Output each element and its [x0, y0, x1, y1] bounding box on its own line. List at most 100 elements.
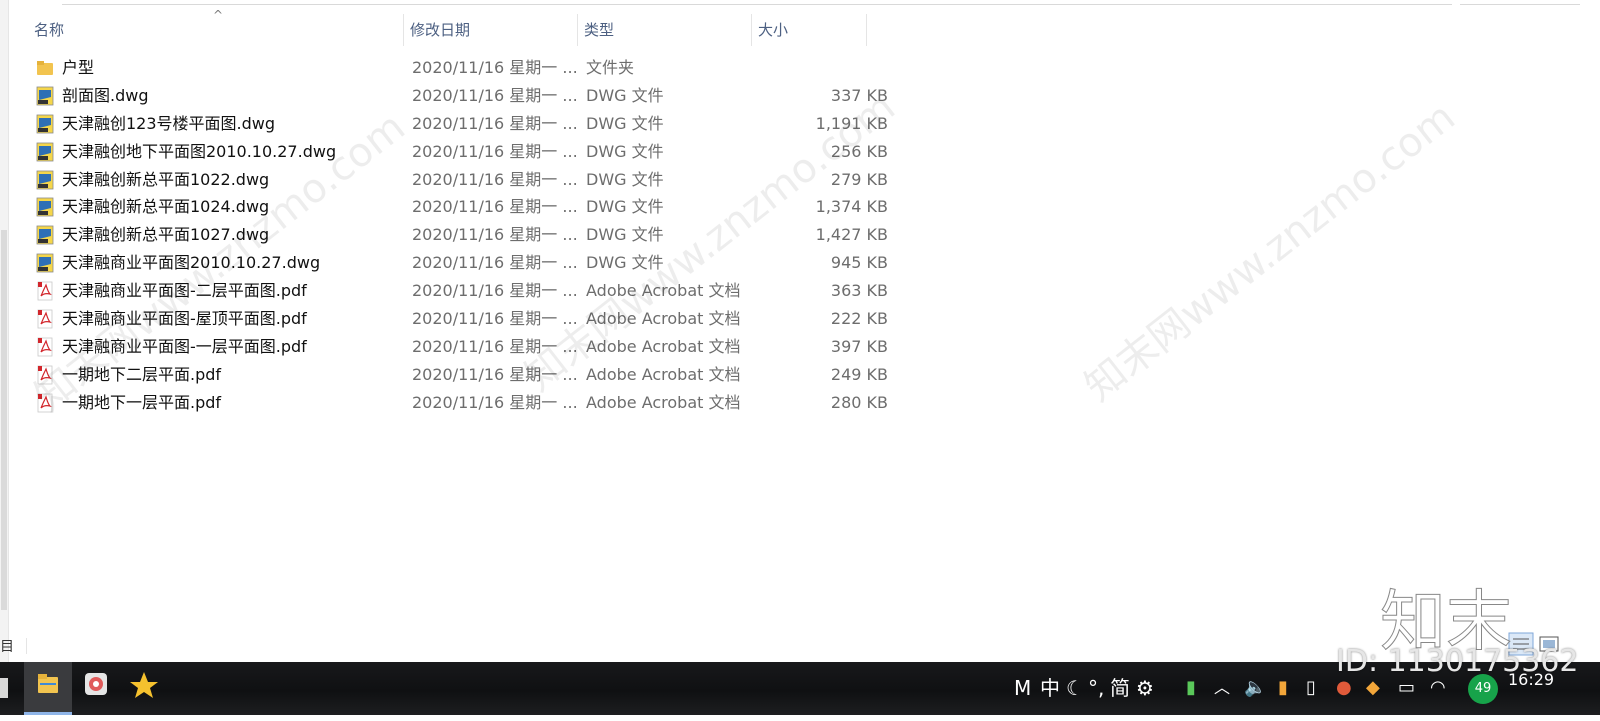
- file-row[interactable]: 天津融商业平面图2010.10.27.dwg 2020/11/16 星期一 ...…: [28, 249, 888, 277]
- file-name[interactable]: 天津融创新总平面1024.dwg: [62, 193, 269, 221]
- file-type: DWG 文件: [586, 141, 664, 161]
- dwg-file-icon: [36, 114, 54, 134]
- file-name[interactable]: 天津融创123号楼平面图.dwg: [62, 110, 275, 138]
- file-type: DWG 文件: [586, 253, 664, 273]
- file-date: 2020/11/16 星期一 ...: [412, 58, 578, 77]
- file-name[interactable]: 天津融商业平面图-一层平面图.pdf: [62, 333, 307, 361]
- dwg-file-icon: [36, 86, 54, 106]
- start-button[interactable]: [0, 678, 8, 698]
- scrollbar-thumb[interactable]: [1, 230, 7, 610]
- column-header-size[interactable]: 大小: [752, 14, 867, 46]
- watermark-text: 知末网www.znzmo.com: [1076, 93, 1464, 411]
- file-name[interactable]: 天津融商业平面图-二层平面图.pdf: [62, 277, 307, 305]
- id-watermark: ID: 1130175362: [1336, 644, 1579, 679]
- file-list: 户型 2020/11/16 星期一 ... 文件夹剖面图.dwg 2020/11/16…: [28, 54, 888, 417]
- file-size: 222 KB: [830, 309, 888, 329]
- file-date: 2020/11/16 星期一 ...: [412, 141, 578, 161]
- ime-simplified-indicator[interactable]: 简: [1110, 668, 1130, 721]
- file-type: DWG 文件: [586, 85, 664, 105]
- ime-punctuation-indicator[interactable]: °,: [1088, 668, 1104, 721]
- app-taskbar-button[interactable]: [72, 662, 120, 715]
- file-type: Adobe Acrobat 文档: [586, 364, 741, 384]
- file-explorer-taskbar-button[interactable]: [24, 662, 72, 715]
- folder-icon: [38, 674, 58, 693]
- moon-icon[interactable]: ☾: [1066, 668, 1084, 721]
- file-row[interactable]: 天津融商业平面图-二层平面图.pdf 2020/11/16 星期一 ... Adob…: [28, 277, 888, 305]
- dwg-file-icon: [36, 170, 54, 190]
- search-box-edge: [1460, 0, 1580, 5]
- file-size: 945 KB: [830, 253, 888, 273]
- chevron-up-icon[interactable]: ︿: [1214, 668, 1230, 721]
- ime-mode-indicator[interactable]: M: [1014, 668, 1031, 721]
- file-type: Adobe Acrobat 文档: [586, 336, 741, 356]
- file-row[interactable]: 天津融创地下平面图2010.10.27.dwg 2020/11/16 星期一 ..…: [28, 138, 888, 166]
- file-size: 1,374 KB: [815, 197, 888, 217]
- file-name[interactable]: 一期地下二层平面.pdf: [62, 361, 221, 389]
- file-date: 2020/11/16 星期一 ...: [412, 392, 578, 412]
- file-type: 文件夹: [586, 58, 635, 77]
- file-row[interactable]: 天津融创新总平面1024.dwg 2020/11/16 星期一 ... DWG 文件…: [28, 193, 888, 221]
- file-row[interactable]: 天津融创新总平面1027.dwg 2020/11/16 星期一 ... DWG 文件…: [28, 221, 888, 249]
- file-size: 1,191 KB: [815, 113, 888, 133]
- column-header-date[interactable]: 修改日期: [404, 14, 578, 46]
- file-date: 2020/11/16 星期一 ...: [412, 336, 578, 356]
- pdf-file-icon: [36, 309, 54, 329]
- file-size: 363 KB: [830, 281, 888, 301]
- dwg-file-icon: [36, 225, 54, 245]
- favorites-taskbar-button[interactable]: [120, 662, 168, 715]
- gear-icon[interactable]: ⚙: [1136, 668, 1154, 721]
- file-name[interactable]: 户型: [62, 54, 94, 82]
- file-date: 2020/11/16 星期一 ...: [412, 169, 578, 189]
- file-name[interactable]: 天津融创地下平面图2010.10.27.dwg: [62, 138, 336, 166]
- dwg-file-icon: [36, 253, 54, 273]
- volume-icon[interactable]: 🔈: [1244, 668, 1266, 721]
- file-name[interactable]: 一期地下一层平面.pdf: [62, 389, 221, 417]
- app-icon: [85, 673, 107, 695]
- file-row[interactable]: 一期地下二层平面.pdf 2020/11/16 星期一 ... Adobe Acro…: [28, 361, 888, 389]
- file-date: 2020/11/16 星期一 ...: [412, 253, 578, 273]
- file-date: 2020/11/16 星期一 ...: [412, 281, 578, 301]
- file-row[interactable]: 天津融商业平面图-屋顶平面图.pdf 2020/11/16 星期一 ... Adob…: [28, 305, 888, 333]
- file-date: 2020/11/16 星期一 ...: [412, 309, 578, 329]
- file-row[interactable]: 剖面图.dwg 2020/11/16 星期一 ... DWG 文件 337 KB: [28, 82, 888, 110]
- battery-charge-icon[interactable]: ▮: [1186, 668, 1196, 721]
- file-type: Adobe Acrobat 文档: [586, 281, 741, 301]
- file-row[interactable]: 一期地下一层平面.pdf 2020/11/16 星期一 ... Adobe Acro…: [28, 389, 888, 417]
- file-name[interactable]: 天津融商业平面图2010.10.27.dwg: [62, 249, 320, 277]
- file-size: 1,427 KB: [815, 225, 888, 245]
- file-name[interactable]: 天津融商业平面图-屋顶平面图.pdf: [62, 305, 307, 333]
- file-type: DWG 文件: [586, 197, 664, 217]
- file-row[interactable]: 天津融商业平面图-一层平面图.pdf 2020/11/16 星期一 ... Adob…: [28, 333, 888, 361]
- dwg-file-icon: [36, 197, 54, 217]
- pdf-file-icon: [36, 393, 54, 413]
- column-header-name[interactable]: 名称: [28, 14, 404, 46]
- pdf-file-icon: [36, 365, 54, 385]
- file-date: 2020/11/16 星期一 ...: [412, 364, 578, 384]
- file-row[interactable]: 户型 2020/11/16 星期一 ... 文件夹: [28, 54, 888, 82]
- file-size: 280 KB: [830, 392, 888, 412]
- status-item-count: 目: [0, 639, 14, 655]
- file-size: 256 KB: [830, 141, 888, 161]
- file-type: DWG 文件: [586, 113, 664, 133]
- pdf-file-icon: [36, 281, 54, 301]
- usb-app-icon[interactable]: ▮: [1278, 668, 1288, 721]
- file-date: 2020/11/16 星期一 ...: [412, 197, 578, 217]
- file-type: DWG 文件: [586, 225, 664, 245]
- file-size: 249 KB: [830, 364, 888, 384]
- file-date: 2020/11/16 星期一 ...: [412, 85, 578, 105]
- usb-drive-icon[interactable]: ▯: [1306, 668, 1316, 721]
- ime-language-indicator[interactable]: 中: [1040, 668, 1060, 721]
- file-size: 397 KB: [830, 336, 888, 356]
- file-row[interactable]: 天津融创123号楼平面图.dwg 2020/11/16 星期一 ... DWG 文件…: [28, 110, 888, 138]
- status-separator: [26, 638, 27, 654]
- dwg-file-icon: [36, 142, 54, 162]
- left-scrollbar[interactable]: [0, 0, 9, 662]
- file-size: 279 KB: [830, 169, 888, 189]
- file-name[interactable]: 剖面图.dwg: [62, 82, 149, 110]
- file-row[interactable]: 天津融创新总平面1022.dwg 2020/11/16 星期一 ... DWG 文件…: [28, 166, 888, 194]
- pdf-file-icon: [36, 337, 54, 357]
- column-header-type[interactable]: 类型: [578, 14, 752, 46]
- file-name[interactable]: 天津融创新总平面1027.dwg: [62, 221, 269, 249]
- address-bar-edge: [62, 0, 1452, 5]
- file-name[interactable]: 天津融创新总平面1022.dwg: [62, 166, 269, 194]
